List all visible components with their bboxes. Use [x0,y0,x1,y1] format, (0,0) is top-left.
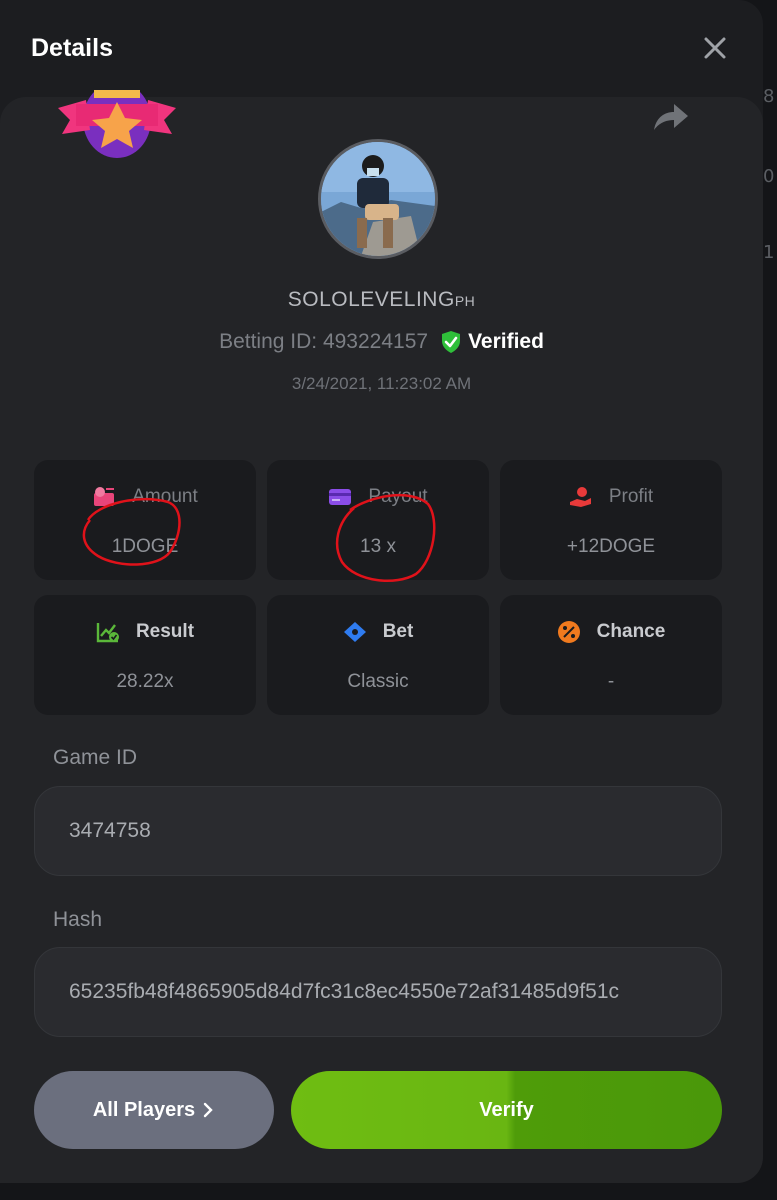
stat-profit: Profit +12DOGE [500,460,722,580]
background-digit: 8 [763,86,775,107]
verified-label: Verified [468,330,544,353]
close-icon[interactable] [700,33,730,63]
all-players-label: All Players [92,1098,196,1121]
shield-check-icon [442,331,461,353]
modal-header: Details [0,0,763,96]
game-id-field[interactable]: 3474758 [34,786,722,876]
avatar [318,139,438,259]
hand-coin-icon [569,487,591,507]
details-modal: Details SOLOLEVELINGPH Betting ID: 49322… [0,0,763,1183]
hash-label: Hash [53,908,103,931]
betting-id-row: Betting ID: 493224157 Verified [0,330,763,354]
money-icon [94,487,115,506]
username: SOLOLEVELINGPH [0,288,763,312]
ticket-icon [343,622,366,642]
betting-id: Betting ID: 493224157 [219,330,429,353]
stat-label: Payout [368,486,428,507]
game-id-label: Game ID [53,746,138,769]
stat-label: Chance [596,621,666,642]
background-digit: 0 [763,166,775,187]
stat-value: 13 x [360,536,396,557]
stat-amount: Amount 1DOGE [34,460,256,580]
bet-timestamp: 3/24/2021, 11:23:02 AM [291,374,472,393]
chart-check-icon [96,623,119,643]
stat-value: +12DOGE [566,536,656,557]
username-main: SOLOLEVELING [287,288,455,311]
stat-bet: Bet Classic [267,595,489,715]
stat-value: Classic [347,671,409,692]
stat-value: 1DOGE [111,536,179,557]
stat-payout: Payout 13 x [267,460,489,580]
modal-title: Details [31,34,113,62]
stat-value: - [607,671,615,692]
username-suffix: PH [454,293,476,309]
stat-label: Bet [382,621,414,642]
rank-badge-icon [58,90,176,158]
stat-chance: Chance - [500,595,722,715]
background-digit: 1 [763,242,775,263]
stat-value: 28.22x [116,671,174,692]
hash-field[interactable]: 65235fb48f4865905d84d7fc31c8ec4550e72af3… [34,947,722,1037]
stat-label: Amount [132,486,198,507]
percent-icon [557,621,580,643]
stat-label: Result [135,621,195,642]
card-icon [329,489,352,505]
verify-label: Verify [479,1098,534,1121]
all-players-button[interactable]: All Players [34,1071,274,1149]
verify-button[interactable]: Verify [291,1071,722,1149]
share-icon[interactable] [650,100,690,134]
avatar-photo [321,142,435,256]
stat-label: Profit [608,486,654,507]
chevron-right-icon [203,1102,213,1118]
stat-result: Result 28.22x [34,595,256,715]
